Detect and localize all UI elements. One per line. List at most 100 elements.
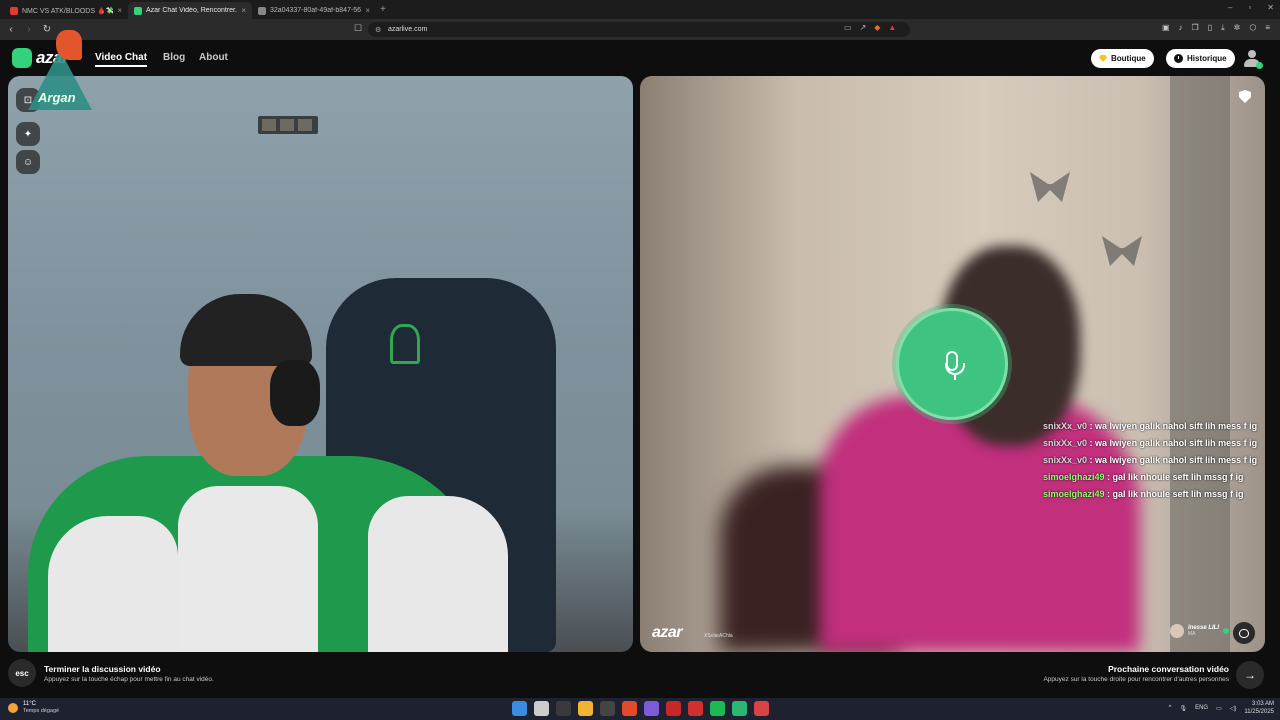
tab-azar[interactable]: Azar Chat Vidéo, Rencontrer... × xyxy=(128,2,252,19)
end-call-subtitle: Appuyez sur la touche échap pour mettre … xyxy=(44,676,214,683)
download-icon[interactable]: ⤓ xyxy=(1221,23,1225,33)
next-call-title: Prochaine conversation vidéo xyxy=(1108,664,1229,674)
local-video: ⊡ ✦ ☺ xyxy=(8,76,633,652)
chat-message: snixXx_v0 : wa lwiyen galik nahol sift l… xyxy=(1043,438,1258,448)
menu-icon[interactable]: ≡ xyxy=(1265,23,1270,33)
mic-button[interactable] xyxy=(896,308,1008,420)
azar-favicon-icon xyxy=(134,6,142,15)
copy-icon[interactable]: ❐ xyxy=(1192,23,1199,33)
youtube-favicon-icon xyxy=(10,6,18,15)
taskbar-app-icon[interactable] xyxy=(556,701,571,716)
person-cap xyxy=(180,294,312,366)
taskbar-app-icon[interactable] xyxy=(688,701,703,716)
taskbar-app-icon[interactable] xyxy=(754,701,769,716)
maximize-icon[interactable]: ▫ xyxy=(1248,3,1251,12)
taskbar-app-icon[interactable] xyxy=(644,701,659,716)
extension-icons: ▣ ♪ ❐ ▯ ⤓ ✲ ⬡ ≡ xyxy=(1162,23,1270,33)
url-field[interactable]: ⚙ azarlive.com xyxy=(368,22,910,37)
taskbar-app-icon[interactable] xyxy=(512,701,527,716)
clock-date: 11/25/2025 xyxy=(1244,709,1274,715)
door xyxy=(1170,76,1230,652)
browser-tab-bar: NMC VS ATK/BLOODS 🩸💸 - YouTube × Azar Ch… xyxy=(0,0,1280,19)
remote-video: snixXx_v0 : wa lwiyen galik nahol sift l… xyxy=(640,76,1265,652)
language-indicator[interactable]: ENG xyxy=(1195,705,1208,711)
effects-button[interactable]: ✦ xyxy=(16,122,40,146)
history-button[interactable]: Historique xyxy=(1166,49,1235,68)
clock-time: 3:03 AM xyxy=(1251,701,1274,707)
tab-uuid[interactable]: 32a04337-80af-49af-b847-568d818... × xyxy=(252,2,376,19)
share-icon[interactable]: ↗ xyxy=(860,23,867,32)
close-tab-icon[interactable]: × xyxy=(117,6,122,15)
tray-mic-icon[interactable]: 🎙 xyxy=(1179,705,1187,712)
nav-video-chat[interactable]: Video Chat xyxy=(95,52,148,67)
new-tab-icon[interactable]: + xyxy=(380,4,386,15)
end-call-button[interactable]: esc xyxy=(8,659,36,687)
arrow-right-icon: → xyxy=(1244,668,1256,682)
next-call-button[interactable]: → xyxy=(1236,661,1264,689)
chat-message: simoelghazi49 : gal lik nhoule seft lih … xyxy=(1043,489,1244,499)
panel-icon[interactable]: ▯ xyxy=(1208,23,1212,33)
rewards-icon[interactable]: ▲ xyxy=(888,23,896,32)
shop-button[interactable]: Boutique xyxy=(1091,49,1154,68)
watermark-text: Argan xyxy=(38,90,76,105)
system-tray: ^ 🎙 ENG ▭ ◁) 3:03 AM 11/25/2025 xyxy=(1169,700,1274,716)
close-tab-icon[interactable]: × xyxy=(241,6,246,15)
taskbar-app-icon[interactable] xyxy=(710,701,725,716)
nav-blog[interactable]: Blog xyxy=(163,52,185,63)
chat-message: snixXx_v0 : wa lwiyen galik nahol sift l… xyxy=(1043,455,1258,465)
volume-icon[interactable]: ◁) xyxy=(1230,705,1237,712)
shields-icon[interactable]: ◆ xyxy=(874,23,880,32)
tab-youtube[interactable]: NMC VS ATK/BLOODS 🩸💸 - YouTube × xyxy=(4,2,128,19)
taskbar-app-icon[interactable] xyxy=(578,701,593,716)
extensions-icon[interactable]: ✲ xyxy=(1234,23,1241,33)
weather-sun-icon xyxy=(8,702,18,713)
taskbar-app-icon[interactable] xyxy=(732,701,747,716)
bookmark-icon[interactable]: ☐ xyxy=(354,23,362,34)
partner-info[interactable]: Inesse LILI MA xyxy=(1169,624,1229,638)
online-status-icon xyxy=(1223,628,1229,634)
network-icon[interactable]: ▭ xyxy=(1216,705,1222,712)
site-header: azar Video Chat Blog About Boutique Hist… xyxy=(0,40,1280,76)
back-icon[interactable]: ‹ xyxy=(4,24,18,35)
close-tab-icon[interactable]: × xyxy=(365,6,370,15)
shelf xyxy=(258,116,318,134)
chat-bubble-icon xyxy=(1239,628,1249,638)
azar-video-watermark: azar xyxy=(652,624,683,641)
end-call-title: Terminer la discussion vidéo xyxy=(44,664,161,674)
tab-title: Azar Chat Vidéo, Rencontrer... xyxy=(146,7,238,14)
wallet-icon[interactable]: ⬡ xyxy=(1249,23,1256,33)
taskbar-app-icon[interactable] xyxy=(622,701,637,716)
site-info-icon[interactable]: ⚙ xyxy=(375,26,381,34)
shop-label: Boutique xyxy=(1111,54,1146,63)
taskbar-app-icon[interactable] xyxy=(600,701,615,716)
report-shield-icon[interactable] xyxy=(1239,90,1251,103)
window-controls: – ▫ ✕ xyxy=(1228,3,1274,12)
butterfly-decor xyxy=(1030,172,1070,202)
weather-widget[interactable]: 11°C Temps dégagé xyxy=(8,701,59,714)
call-controls: esc Terminer la discussion vidéo Appuyez… xyxy=(0,654,1280,696)
tray-overflow-icon[interactable]: ^ xyxy=(1169,705,1172,711)
sticker-button[interactable]: ☺ xyxy=(16,150,40,174)
next-call-subtitle: Appuyez sur la touche droite pour rencon… xyxy=(1043,676,1229,683)
nav-about[interactable]: About xyxy=(199,52,228,63)
globe-favicon-icon xyxy=(258,6,266,15)
chat-button[interactable] xyxy=(1233,622,1255,644)
taskbar-app-icon[interactable] xyxy=(534,701,549,716)
chat-overlay: snixXx_v0 : wa lwiyen galik nahol sift l… xyxy=(1043,418,1263,503)
profile-icon[interactable] xyxy=(1244,50,1263,69)
chat-message: snixXx_v0 : wa lwiyen galik nahol sift l… xyxy=(1043,421,1258,431)
cast-icon[interactable]: ▭ xyxy=(844,23,852,32)
sidebar-toggle-icon[interactable]: ▣ xyxy=(1162,23,1170,33)
minimize-icon[interactable]: – xyxy=(1228,3,1232,12)
close-window-icon[interactable]: ✕ xyxy=(1267,3,1274,12)
address-bar-row: ‹ › ↻ ☐ ⚙ azarlive.com ▭ ↗ ◆ ▲ ▣ ♪ ❐ ▯ ⤓… xyxy=(0,19,1280,40)
watermark-figure-icon xyxy=(56,30,82,60)
url-text: azarlive.com xyxy=(388,26,428,33)
clock-icon xyxy=(1174,54,1183,63)
clock[interactable]: 3:03 AM 11/25/2025 xyxy=(1244,700,1274,716)
person-shirt xyxy=(178,486,318,652)
music-icon[interactable]: ♪ xyxy=(1179,23,1183,33)
os-taskbar: 11°C Temps dégagé ^ 🎙 ENG ▭ ◁) 3:03 AM 1… xyxy=(0,698,1280,720)
taskbar-app-icon[interactable] xyxy=(666,701,681,716)
tab-title: 32a04337-80af-49af-b847-568d818... xyxy=(270,7,362,14)
